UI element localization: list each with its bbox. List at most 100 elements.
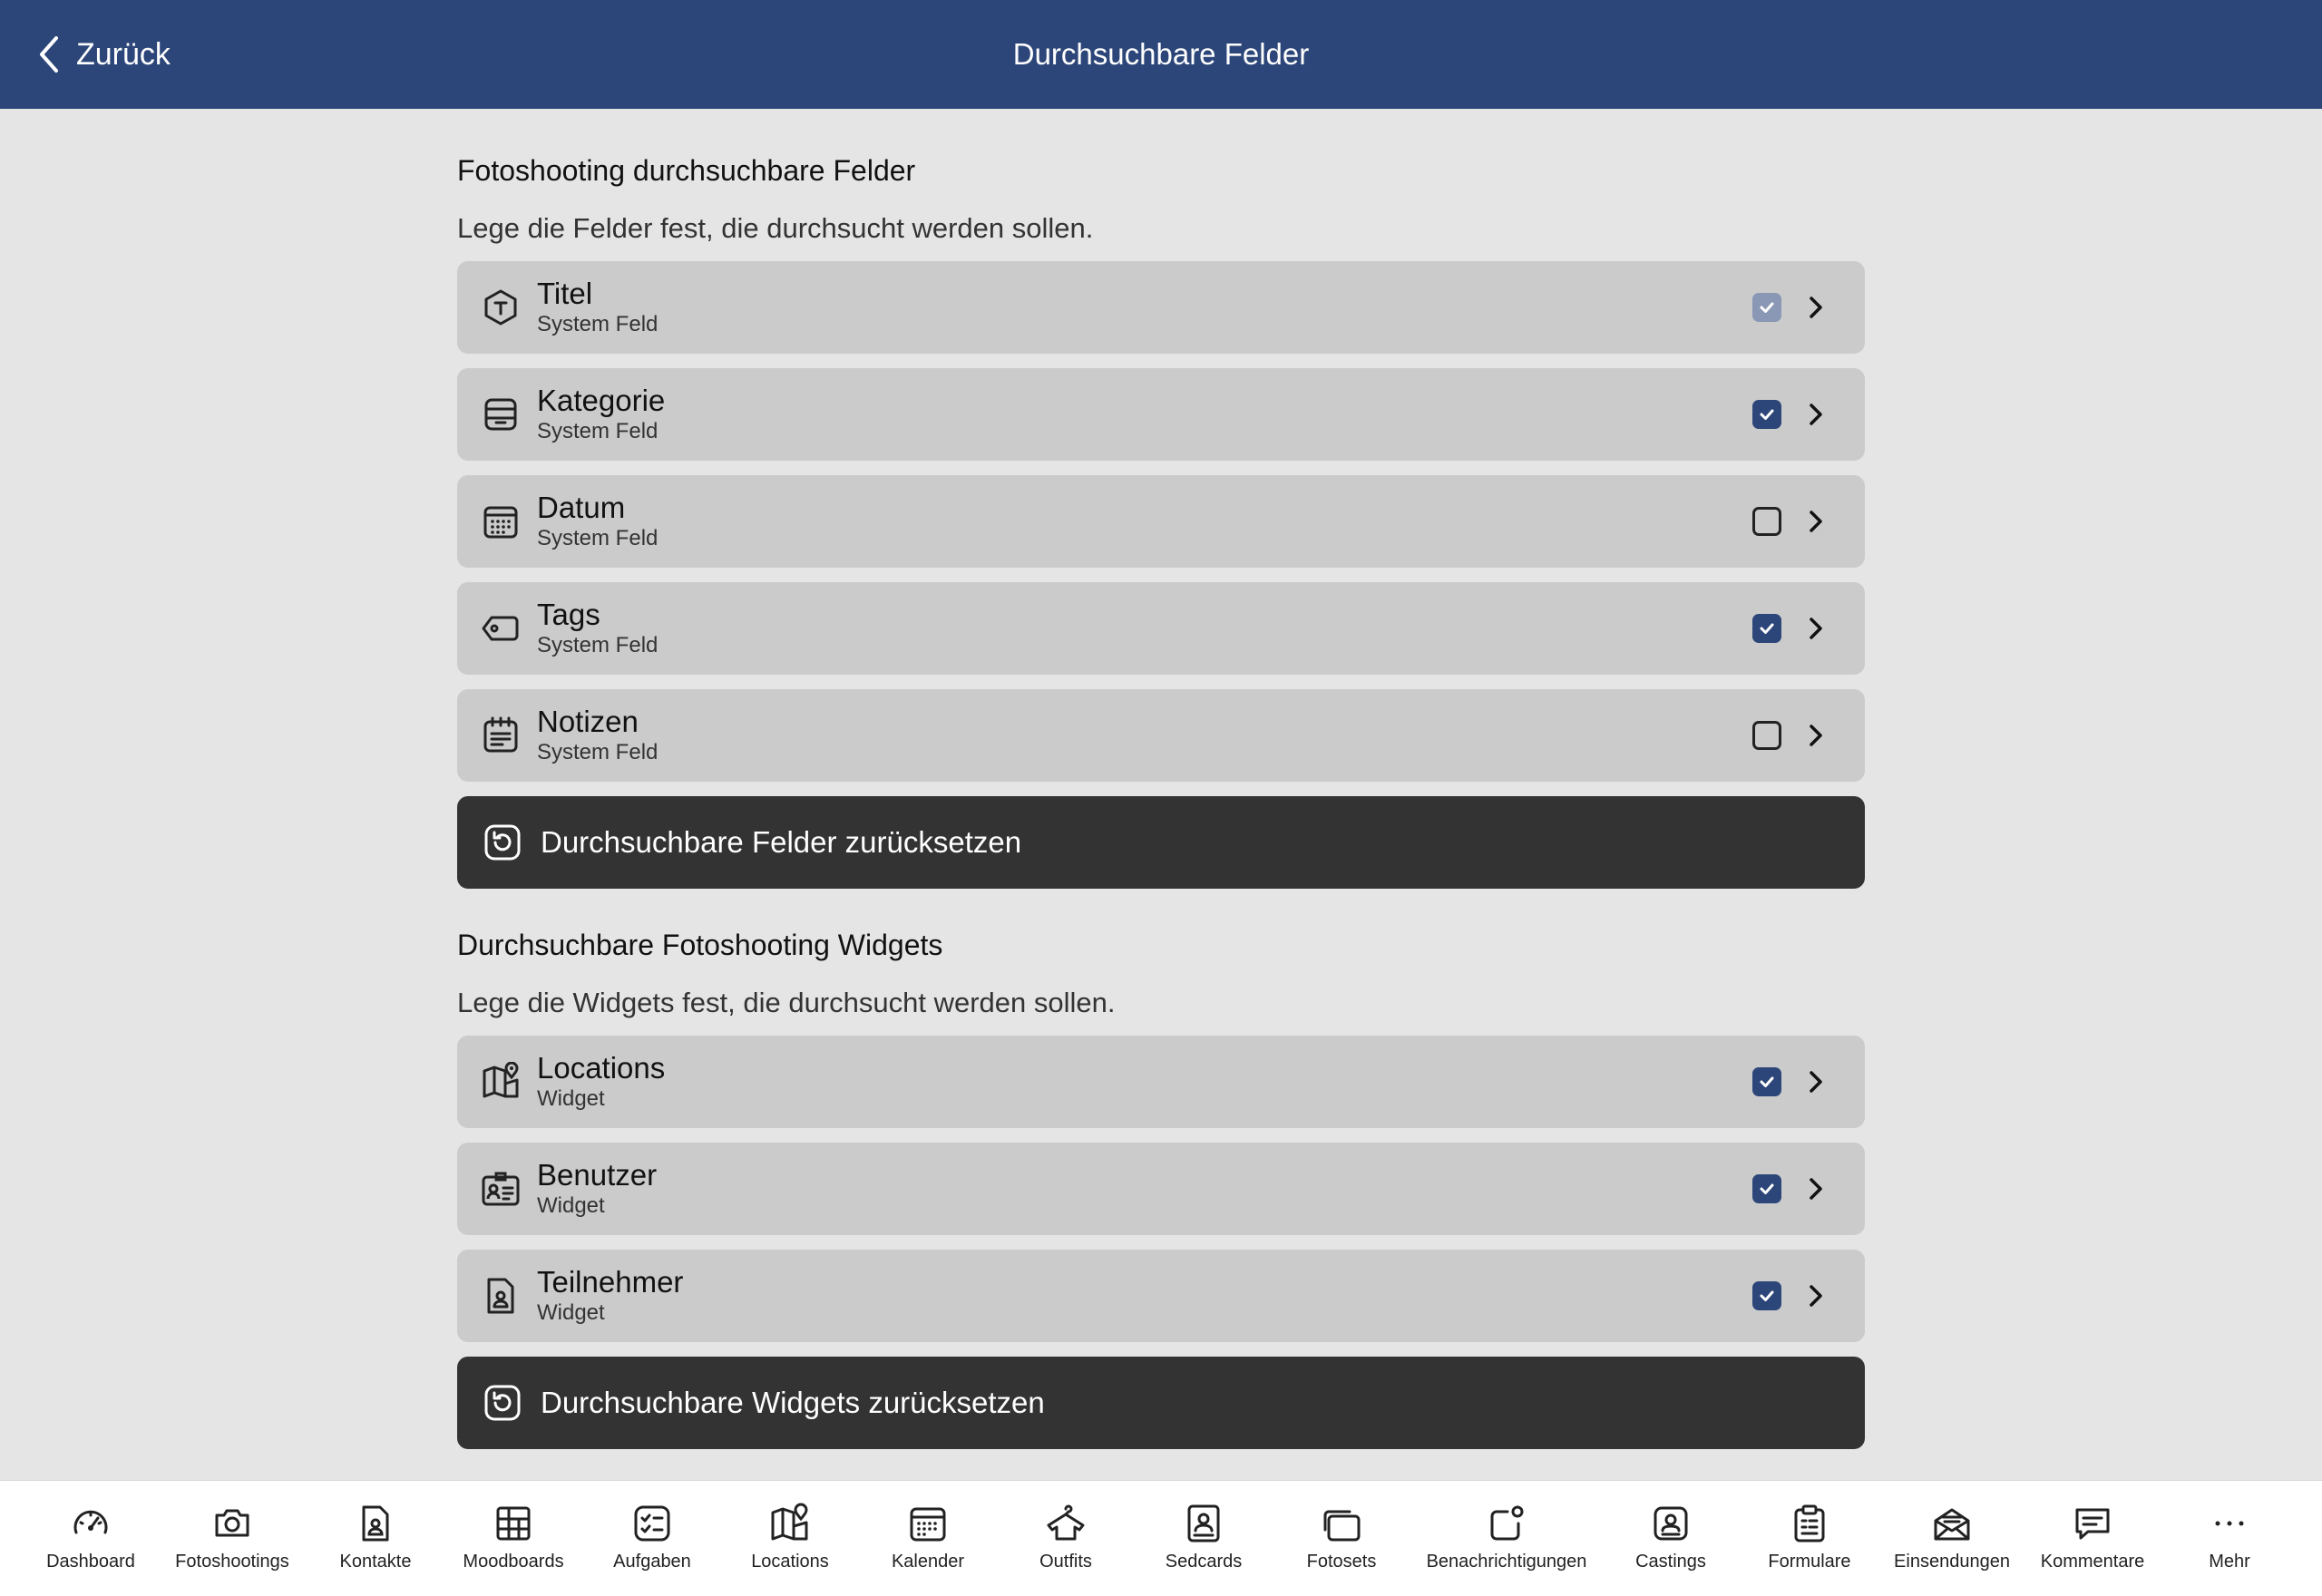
widget-checkbox[interactable] [1752, 1067, 1781, 1096]
tab-locations[interactable]: Locations [736, 1481, 844, 1596]
chevron-right-icon [1810, 297, 1822, 318]
reset-icon [483, 822, 522, 862]
tab-moodboards[interactable]: Moodboards [454, 1481, 572, 1596]
tab-einsendungen[interactable]: Einsendungen [1884, 1481, 2020, 1596]
tab-fotosets[interactable]: Fotosets [1287, 1481, 1396, 1596]
tab-aufgaben[interactable]: Aufgaben [598, 1481, 707, 1596]
clipboard-icon [1794, 1504, 1825, 1542]
shirt-icon [1047, 1504, 1085, 1541]
category-tray-icon [481, 394, 521, 434]
check-icon [1760, 409, 1774, 420]
chevron-right-icon [1810, 618, 1822, 639]
fields-section-title: Fotoshooting durchsuchbare Felder [457, 153, 916, 187]
field-row-tags[interactable]: Tags System Feld [457, 582, 1865, 675]
tab-label: Sedcards [1165, 1552, 1243, 1572]
reset-fields-label: Durchsuchbare Felder zurücksetzen [541, 825, 1022, 859]
widget-checkbox[interactable] [1752, 1174, 1781, 1203]
tab-formulare[interactable]: Formulare [1755, 1481, 1864, 1596]
user-card-icon [481, 1169, 521, 1209]
tab-mehr[interactable]: Mehr [2189, 1481, 2270, 1596]
tab-label: Kalender [891, 1552, 965, 1572]
field-label: Titel [537, 277, 593, 310]
widget-label: Benutzer [537, 1158, 658, 1192]
widget-type: Widget [537, 1193, 605, 1218]
notification-icon [1490, 1505, 1524, 1541]
tab-label: Aufgaben [613, 1552, 691, 1572]
back-label: Zurück [76, 36, 171, 72]
title-tag-icon [481, 287, 521, 327]
field-type: System Feld [537, 419, 659, 443]
widget-row-teilnehmer[interactable]: Teilnehmer Widget [457, 1250, 1865, 1342]
map-pin-icon [481, 1062, 521, 1102]
chevron-right-icon [1810, 1071, 1822, 1093]
reset-icon [483, 1383, 522, 1423]
envelope-icon [1934, 1508, 1970, 1541]
field-row-datum[interactable]: Datum System Feld [457, 475, 1865, 568]
moodboard-grid-icon [496, 1506, 531, 1541]
field-checkbox[interactable] [1752, 400, 1781, 429]
tab-label: Castings [1635, 1552, 1706, 1572]
page-title: Durchsuchbare Felder [1012, 37, 1310, 71]
field-label: Tags [537, 598, 600, 631]
widget-checkbox[interactable] [1752, 1281, 1781, 1310]
tab-label: Einsendungen [1894, 1552, 2010, 1572]
tab-label: Outfits [1039, 1552, 1092, 1572]
photo-stack-icon [1323, 1510, 1361, 1542]
field-row-notizen[interactable]: Notizen System Feld [457, 689, 1865, 782]
tab-kalender[interactable]: Kalender [873, 1481, 982, 1596]
field-checkbox[interactable] [1752, 721, 1781, 750]
tab-label: Moodboards [463, 1552, 564, 1572]
top-bar: Zurück Durchsuchbare Felder [0, 0, 2322, 109]
reset-widgets-button[interactable]: Durchsuchbare Widgets zurücksetzen [457, 1357, 1865, 1449]
field-checkbox[interactable] [1752, 507, 1781, 536]
speedometer-icon [73, 1510, 108, 1534]
reset-fields-button[interactable]: Durchsuchbare Felder zurücksetzen [457, 796, 1865, 889]
field-row-kategorie[interactable]: Kategorie System Feld [457, 368, 1865, 461]
field-type: System Feld [537, 633, 659, 657]
camera-icon [215, 1509, 249, 1537]
field-type: System Feld [537, 526, 659, 550]
chevron-right-icon [1810, 725, 1822, 746]
chevron-right-icon [1810, 511, 1822, 532]
sedcard-icon [1187, 1504, 1220, 1542]
field-label: Datum [537, 491, 626, 524]
widgets-section-description: Lege die Widgets fest, die durchsucht we… [457, 987, 1116, 1018]
tab-label: Benachrichtigungen [1426, 1552, 1587, 1572]
chevron-right-icon [1810, 1285, 1822, 1307]
tab-dashboard[interactable]: Dashboard [36, 1481, 145, 1596]
reset-widgets-label: Durchsuchbare Widgets zurücksetzen [541, 1386, 1045, 1419]
participant-file-icon [481, 1276, 521, 1316]
tab-kommentare[interactable]: Kommentare [2038, 1481, 2147, 1596]
field-row-titel[interactable]: Titel System Feld [457, 261, 1865, 354]
comment-icon [2075, 1508, 2110, 1540]
fields-section-description: Lege die Felder fest, die durchsucht wer… [457, 212, 1094, 244]
field-label: Notizen [537, 705, 639, 738]
settings-content: Fotoshooting durchsuchbare Felder Lege d… [457, 109, 1865, 1449]
casting-icon [1654, 1506, 1688, 1541]
contact-file-icon [362, 1505, 389, 1542]
tab-label: Formulare [1768, 1552, 1851, 1572]
widget-row-benutzer[interactable]: Benutzer Widget [457, 1143, 1865, 1235]
back-button[interactable]: Zurück [36, 27, 171, 82]
tab-fotoshootings[interactable]: Fotoshootings [169, 1481, 296, 1596]
field-label: Kategorie [537, 384, 666, 417]
check-icon [1760, 1290, 1774, 1301]
field-type: System Feld [537, 312, 659, 336]
tab-sedcards[interactable]: Sedcards [1149, 1481, 1258, 1596]
field-checkbox[interactable] [1752, 614, 1781, 643]
tab-outfits[interactable]: Outfits [1011, 1481, 1120, 1596]
tab-label: Kommentare [2040, 1552, 2145, 1572]
tab-kontakte[interactable]: Kontakte [321, 1481, 430, 1596]
widget-label: Teilnehmer [537, 1265, 684, 1299]
tab-label: Fotoshootings [175, 1552, 289, 1572]
tab-benachrichtigungen[interactable]: Benachrichtigungen [1416, 1481, 1597, 1596]
widget-type: Widget [537, 1300, 605, 1325]
chevron-right-icon [1810, 404, 1822, 425]
tab-castings[interactable]: Castings [1616, 1481, 1725, 1596]
more-dots-icon [2215, 1521, 2244, 1526]
chevron-right-icon [1810, 1178, 1822, 1200]
widget-row-locations[interactable]: Locations Widget [457, 1036, 1865, 1128]
widgets-section-title: Durchsuchbare Fotoshooting Widgets [457, 928, 943, 961]
field-checkbox[interactable] [1752, 293, 1781, 322]
tab-label: Dashboard [46, 1552, 135, 1572]
